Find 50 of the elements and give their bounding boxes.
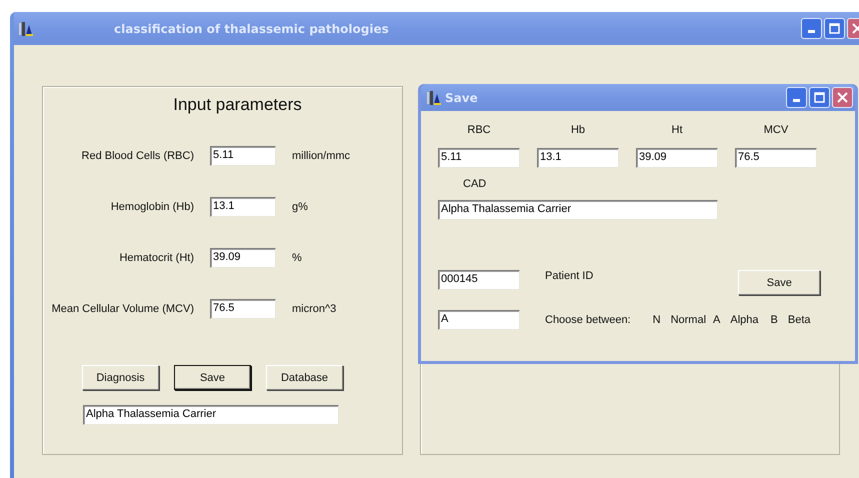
column-label: MCV [762, 124, 790, 136]
input-field[interactable]: 13.1 [537, 148, 619, 168]
input-field[interactable]: 76.5 [735, 148, 817, 168]
input-field[interactable]: 13.1 [210, 197, 276, 217]
action-button[interactable]: Database [266, 365, 343, 390]
unit-label: % [292, 252, 303, 264]
cad-label: CAD [463, 178, 488, 190]
maximize-button[interactable] [809, 87, 830, 108]
maximize-icon [814, 92, 825, 103]
column-label: RBC [466, 124, 492, 136]
column-label: Hb [570, 124, 586, 136]
unit-label: g% [292, 201, 309, 213]
input-field[interactable]: 39.09 [210, 248, 276, 268]
input-field[interactable]: 5.11 [210, 146, 276, 166]
input-field[interactable]: 76.5 [210, 299, 276, 319]
patient-id-label: Patient ID [545, 270, 594, 282]
app-icon [18, 20, 34, 36]
unit-label: million/mmc [292, 150, 352, 162]
maximize-icon [829, 23, 840, 34]
window-title: classification of thalassemic pathologies [114, 22, 390, 36]
action-button[interactable]: Diagnosis [82, 365, 159, 390]
option-name: Alpha [730, 314, 759, 326]
option-name: Normal [670, 314, 706, 326]
unit-label: micron^3 [292, 303, 338, 315]
input-field[interactable]: 39.09 [636, 148, 718, 168]
minimize-button[interactable] [801, 18, 822, 39]
panel-heading: Input parameters [172, 95, 303, 115]
field-label: Mean Cellular Volume (MCV) [50, 303, 194, 315]
close-button[interactable] [832, 87, 853, 108]
close-icon [837, 92, 848, 103]
cad-field[interactable]: Alpha Thalassemia Carrier [438, 200, 718, 220]
save-button[interactable]: Save [738, 270, 820, 295]
input-field[interactable]: 5.11 [438, 148, 520, 168]
category-field[interactable]: A [438, 310, 520, 330]
field-label: Hemoglobin (Hb) [110, 201, 194, 213]
choose-label: Choose between: [545, 314, 631, 326]
action-button[interactable]: Save [174, 365, 251, 390]
app-icon [426, 90, 442, 106]
option-code: B [770, 314, 778, 326]
option-name: Beta [788, 314, 810, 326]
maximize-button[interactable] [824, 18, 845, 39]
minimize-button[interactable] [786, 87, 807, 108]
patient-id-field[interactable]: 000145 [438, 270, 520, 290]
field-label: Red Blood Cells (RBC) [80, 150, 194, 162]
field-label: Hematocrit (Ht) [118, 252, 194, 264]
option-code: N [652, 314, 661, 326]
column-label: Ht [670, 124, 684, 136]
result-field[interactable]: Alpha Thalassemia Carrier [83, 405, 339, 425]
option-code: A [713, 314, 720, 326]
dialog-title: Save [445, 90, 479, 104]
